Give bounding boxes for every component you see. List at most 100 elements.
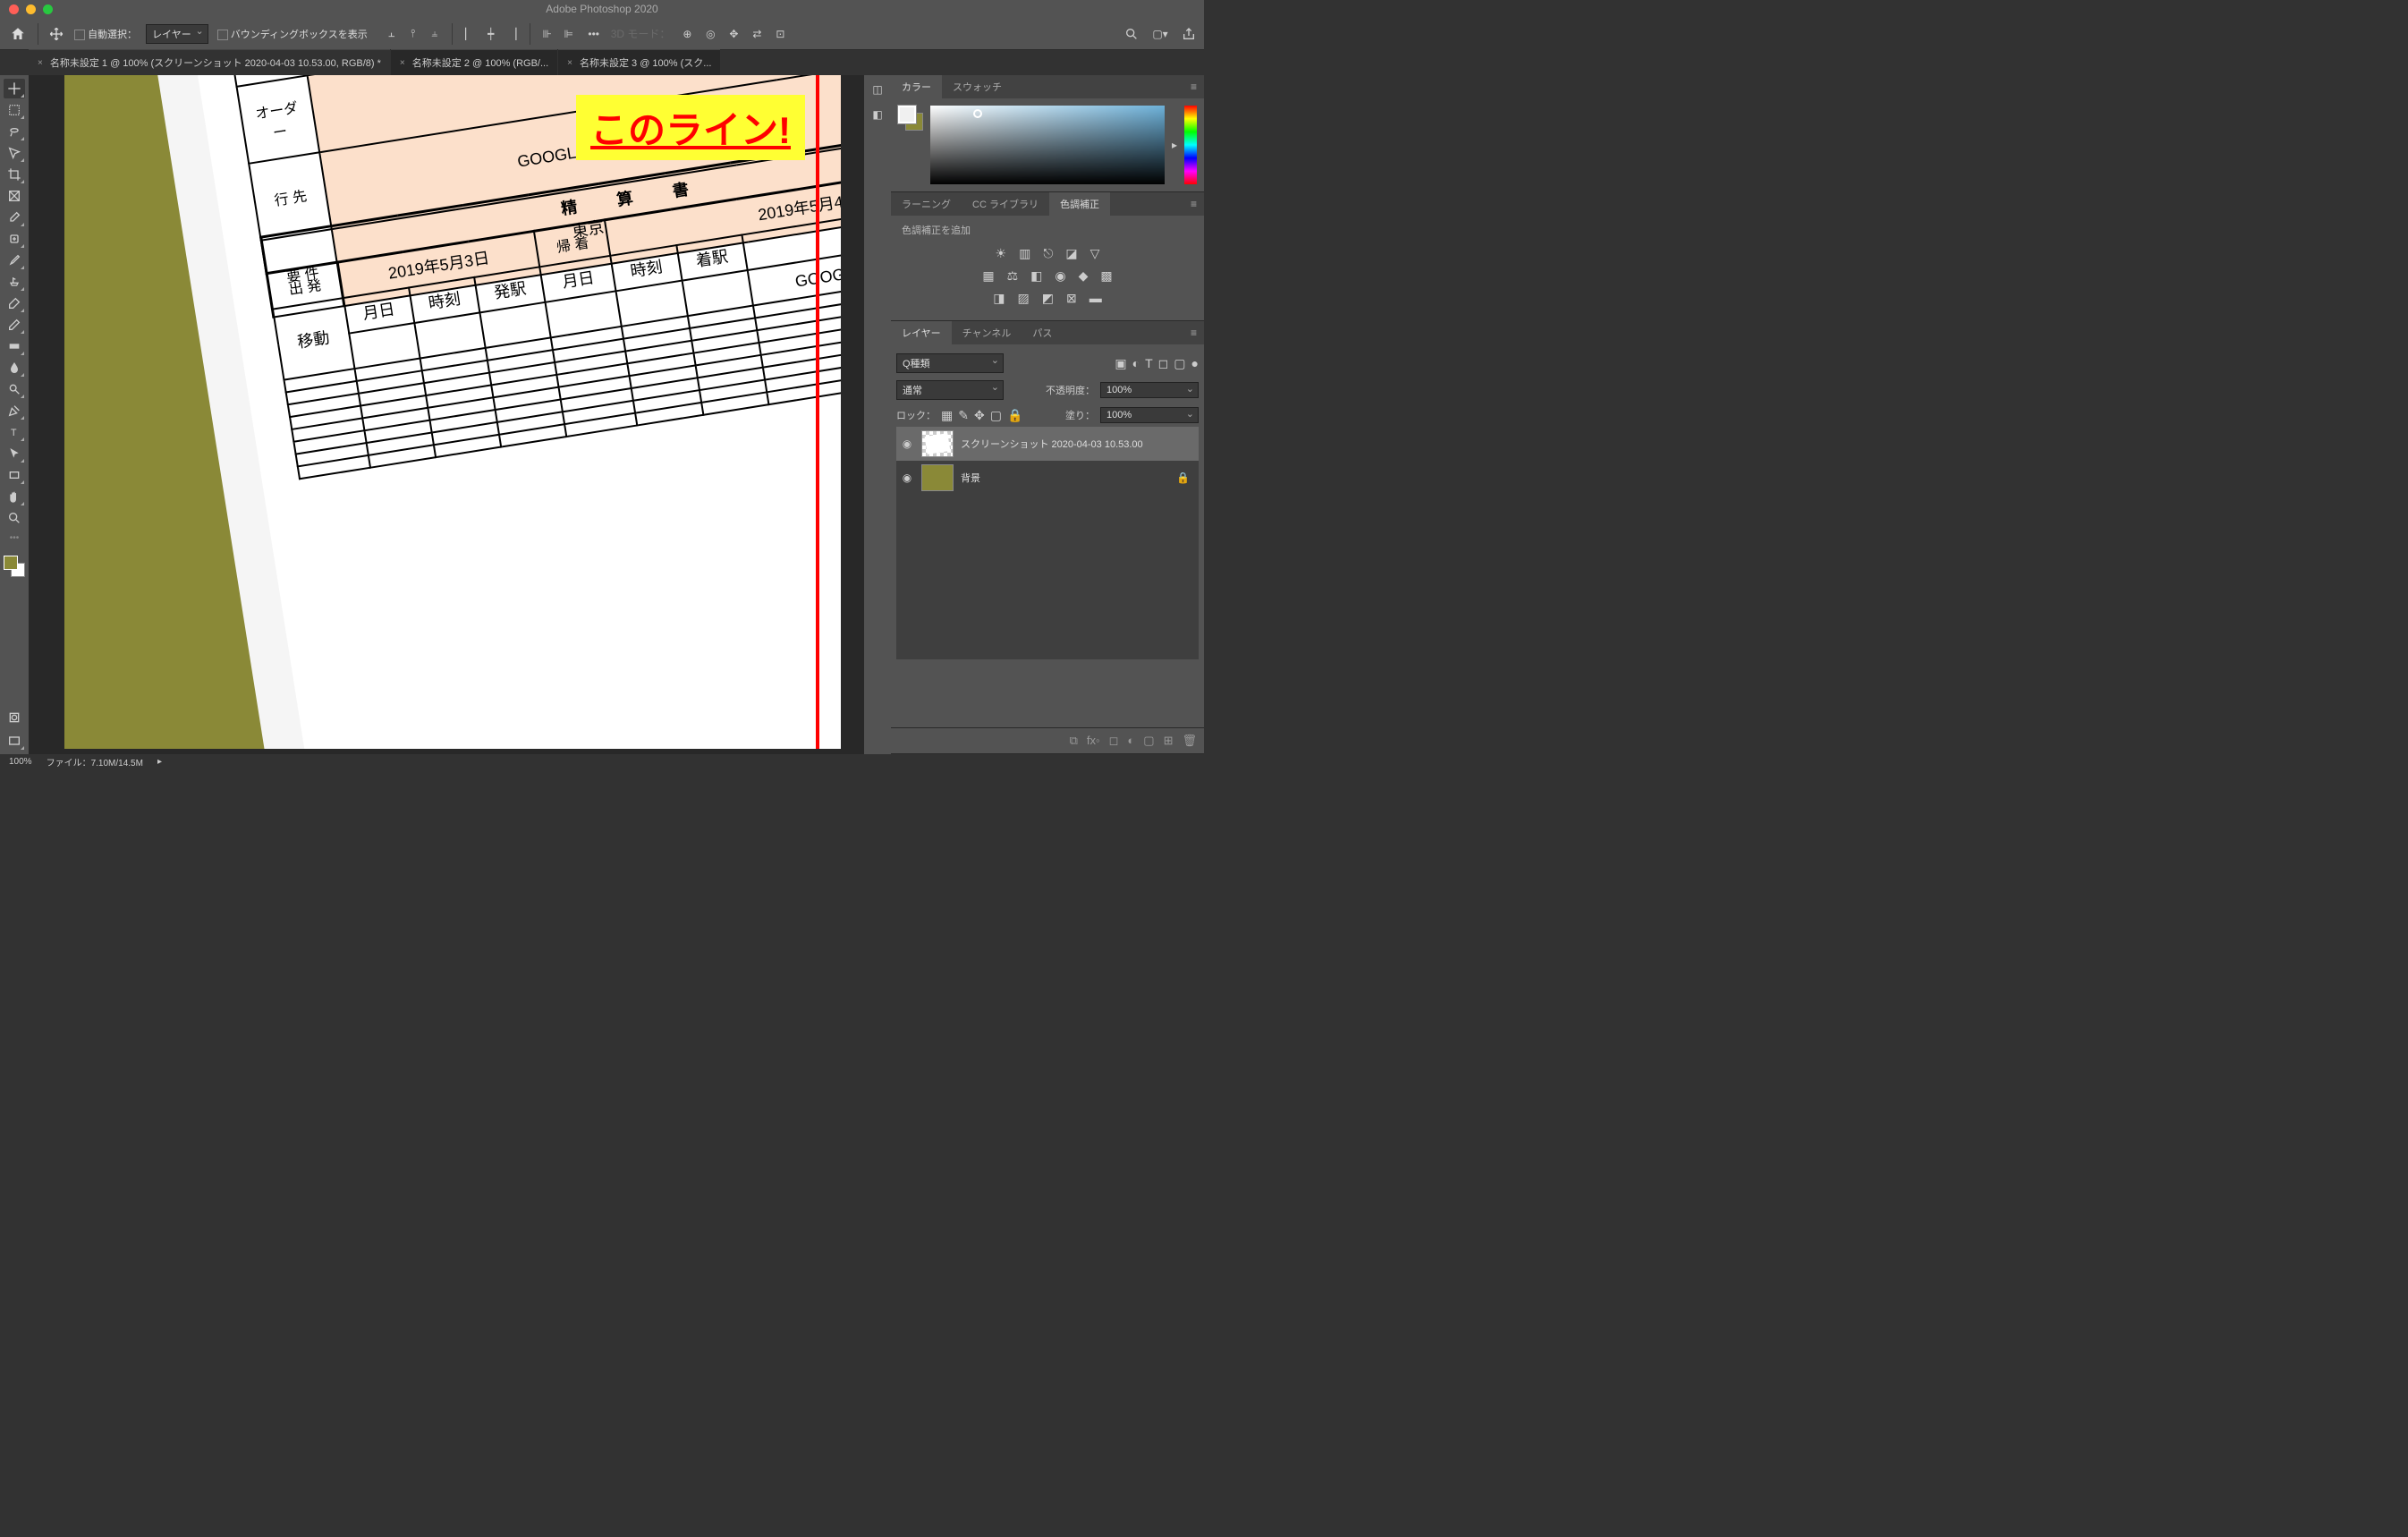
tab-paths[interactable]: パス (1022, 321, 1063, 344)
close-window-button[interactable] (9, 4, 19, 14)
lasso-tool[interactable] (4, 122, 25, 141)
zoom-level[interactable]: 100% (9, 757, 32, 767)
quick-mask-tool[interactable] (4, 708, 25, 727)
lock-paint-icon[interactable]: ✎ (958, 408, 969, 423)
hand-tool[interactable] (4, 487, 25, 506)
align-left-icon[interactable]: ▏ (462, 26, 478, 42)
lock-all-icon[interactable]: 🔒 (1007, 408, 1022, 423)
close-tab-icon[interactable]: × (400, 58, 405, 68)
dodge-tool[interactable] (4, 379, 25, 399)
curves-icon[interactable]: ⎋ (1043, 246, 1053, 261)
brush-tool[interactable] (4, 251, 25, 270)
blend-mode-dropdown[interactable]: 通常 (896, 380, 1004, 400)
tab-channels[interactable]: チャンネル (952, 321, 1022, 344)
auto-select-dropdown[interactable]: レイヤー (146, 24, 208, 44)
color-picker[interactable] (930, 106, 1165, 184)
hue-slider[interactable] (1184, 106, 1197, 184)
fg-swatch[interactable] (898, 106, 916, 123)
pen-tool[interactable] (4, 401, 25, 420)
panel-menu-icon[interactable]: ≡ (1183, 327, 1204, 339)
document-tab-3[interactable]: × 名称未設定 3 @ 100% (スク... (558, 49, 720, 75)
eyedropper-tool[interactable] (4, 208, 25, 227)
align-vcenter-icon[interactable]: ⫯ (405, 26, 421, 42)
status-chevron-icon[interactable]: ▸ (157, 757, 162, 767)
brightness-icon[interactable]: ☀ (996, 246, 1007, 261)
maximize-window-button[interactable] (43, 4, 53, 14)
document-tab-2[interactable]: × 名称未設定 2 @ 100% (RGB/... (391, 49, 557, 75)
minimize-window-button[interactable] (26, 4, 36, 14)
file-info[interactable]: ファイル：7.10M/14.5M (47, 755, 143, 768)
history-brush-tool[interactable] (4, 293, 25, 313)
align-hcenter-icon[interactable]: ┿ (483, 26, 499, 42)
workspace-icon[interactable]: ▢▾ (1152, 26, 1168, 42)
levels-icon[interactable]: ▥ (1019, 246, 1030, 261)
group-icon[interactable]: ▢ (1143, 734, 1154, 748)
eraser-tool[interactable] (4, 315, 25, 335)
tab-adjustments[interactable]: 色調補正 (1049, 192, 1110, 216)
panel-menu-icon[interactable]: ≡ (1183, 198, 1204, 210)
filter-smart-icon[interactable]: ▢ (1174, 356, 1185, 371)
vibrance-icon[interactable]: ▽ (1090, 246, 1100, 261)
lock-pixels-icon[interactable]: ▦ (941, 408, 953, 423)
rectangle-tool[interactable] (4, 465, 25, 485)
panel-menu-icon[interactable]: ≡ (1183, 81, 1204, 93)
bw-icon[interactable]: ◧ (1030, 268, 1042, 284)
filter-image-icon[interactable]: ▣ (1115, 356, 1126, 371)
close-tab-icon[interactable]: × (567, 58, 572, 68)
filter-type-icon[interactable]: T (1145, 356, 1153, 370)
history-panel-icon[interactable]: ◫ (869, 81, 886, 98)
filter-toggle-icon[interactable]: ● (1191, 356, 1199, 370)
layer-name[interactable]: スクリーンショット 2020-04-03 10.53.00 (961, 437, 1143, 451)
align-right-icon[interactable]: ▕ (504, 26, 521, 42)
move-tool[interactable] (4, 79, 25, 98)
path-select-tool[interactable] (4, 444, 25, 463)
layer-filter-dropdown[interactable]: Q種類 (896, 353, 1004, 373)
align-top-icon[interactable]: ⫠ (384, 26, 400, 42)
filter-adjust-icon[interactable]: ◐ (1132, 356, 1140, 370)
new-layer-icon[interactable]: ⊞ (1164, 734, 1174, 748)
lock-position-icon[interactable]: ✥ (974, 408, 985, 423)
home-button[interactable] (7, 23, 29, 45)
quick-select-tool[interactable] (4, 143, 25, 163)
color-swatches[interactable] (4, 556, 25, 577)
filter-shape-icon[interactable]: ◻ (1158, 356, 1169, 371)
visibility-icon[interactable]: ◉ (900, 437, 914, 450)
layer-name[interactable]: 背景 (961, 471, 980, 485)
visibility-icon[interactable]: ◉ (900, 471, 914, 484)
hue-icon[interactable]: ▦ (982, 268, 994, 284)
layer-item[interactable]: ◉ スクリーンショット 2020-04-03 10.53.00 (896, 427, 1199, 461)
selective-color-icon[interactable]: ⊠ (1066, 291, 1077, 306)
gradient-map-icon[interactable]: ▬ (1090, 291, 1102, 306)
tab-color[interactable]: カラー (891, 75, 942, 98)
crop-tool[interactable] (4, 165, 25, 184)
type-tool[interactable]: T (4, 422, 25, 442)
fg-color-swatch[interactable] (4, 556, 18, 570)
distribute-v-icon[interactable]: ⊫ (561, 26, 577, 42)
color-lookup-icon[interactable]: ▩ (1100, 268, 1112, 284)
clone-stamp-tool[interactable] (4, 272, 25, 292)
lock-artboard-icon[interactable]: ▢ (990, 408, 1002, 423)
exposure-icon[interactable]: ◪ (1065, 246, 1077, 261)
canvas[interactable]: 出張報告及び精算書 年月日 所 属印期 間自 氏 名丸山 友幸到 オーダー仮 出… (64, 75, 841, 749)
more-options-icon[interactable]: ••• (586, 26, 602, 42)
properties-panel-icon[interactable]: ◧ (869, 106, 886, 123)
healing-tool[interactable] (4, 229, 25, 249)
frame-tool[interactable] (4, 186, 25, 206)
invert-icon[interactable]: ◨ (993, 291, 1005, 306)
gradient-tool[interactable] (4, 336, 25, 356)
fill-input[interactable]: 100% (1100, 407, 1199, 423)
photo-filter-icon[interactable]: ◉ (1055, 268, 1065, 284)
screen-mode-tool[interactable] (4, 731, 25, 751)
align-bottom-icon[interactable]: ⫨ (427, 26, 443, 42)
share-icon[interactable] (1181, 26, 1197, 42)
color-swatch-pair[interactable] (898, 106, 923, 131)
posterize-icon[interactable]: ▨ (1018, 291, 1030, 306)
tab-layers[interactable]: レイヤー (891, 321, 952, 344)
opacity-input[interactable]: 100% (1100, 382, 1199, 398)
bounding-box-checkbox[interactable]: バウンディングボックスを表示 (217, 27, 368, 41)
channel-mixer-icon[interactable]: ◆ (1079, 268, 1089, 284)
tab-cc-libraries[interactable]: CC ライブラリ (962, 192, 1049, 216)
canvas-area[interactable]: 出張報告及び精算書 年月日 所 属印期 間自 氏 名丸山 友幸到 オーダー仮 出… (29, 75, 864, 754)
delete-layer-icon[interactable]: 🗑 (1182, 734, 1197, 748)
layer-fx-icon[interactable]: fx◦ (1087, 734, 1100, 748)
